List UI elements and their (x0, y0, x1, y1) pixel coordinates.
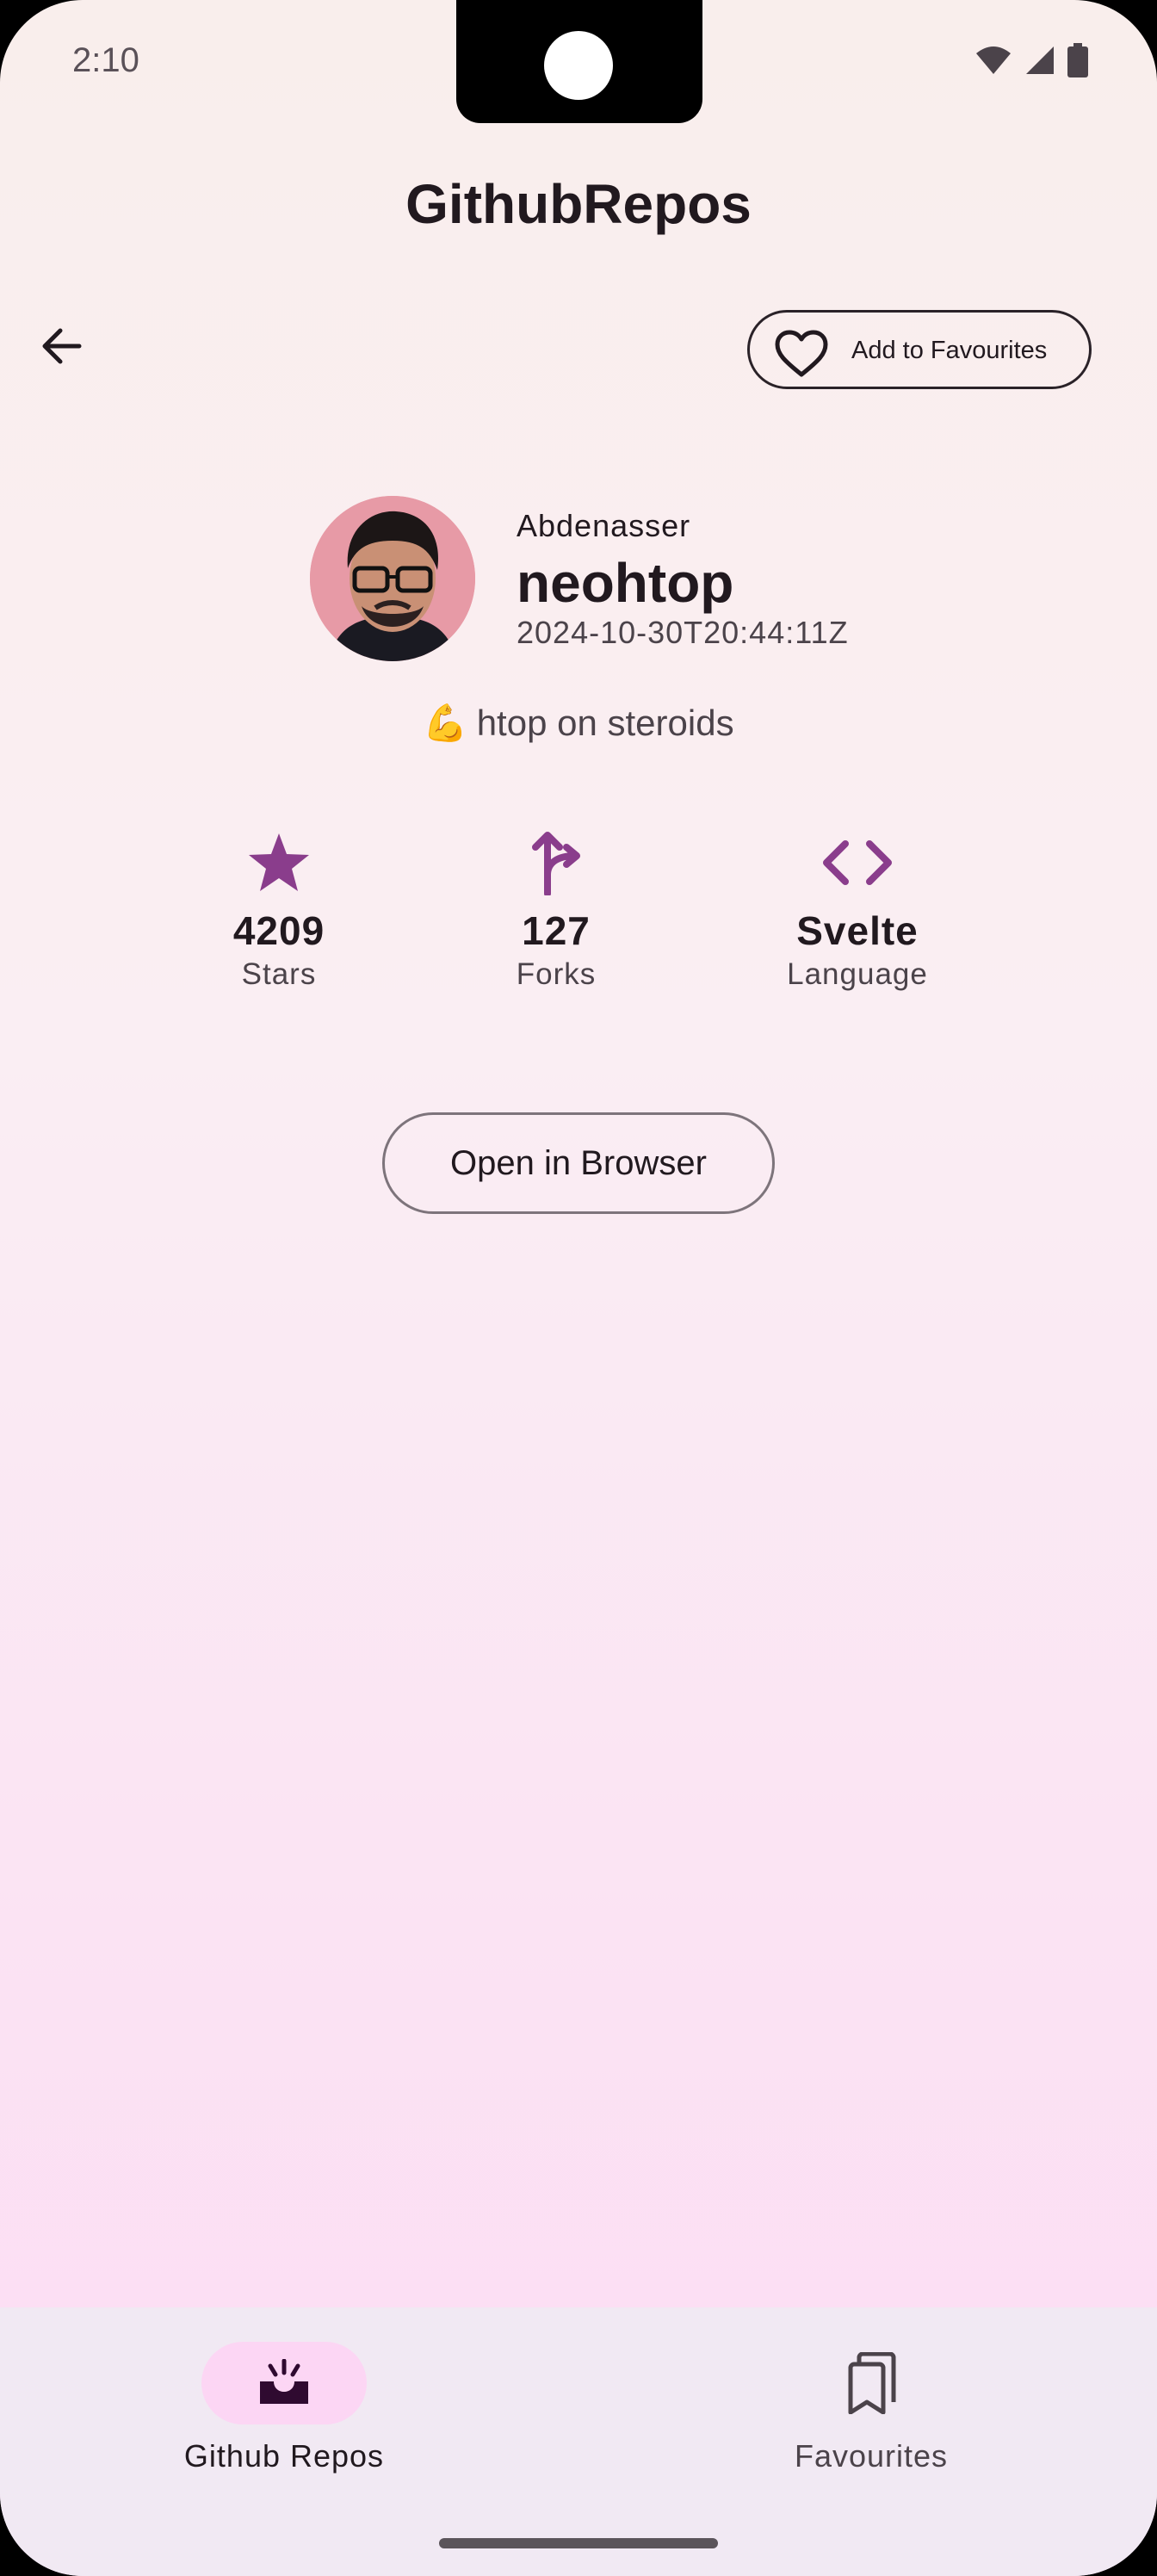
star-icon (249, 833, 309, 891)
add-to-favourites-button[interactable]: Add to Favourites (747, 310, 1092, 389)
inbox-tray-icon (260, 2359, 308, 2404)
nav-item-indicator (789, 2342, 954, 2424)
screen: 2:10 GithubRepos Add to Favourites Abden… (0, 0, 1157, 2576)
cellular-signal-icon (1026, 46, 1054, 74)
bottom-navigation: Github Repos Favourites (0, 2307, 1157, 2576)
heart-outline-icon (775, 330, 828, 377)
nav-item-label: Github Repos (183, 2438, 385, 2474)
owner-avatar (310, 496, 475, 661)
status-time: 2:10 (72, 41, 139, 79)
language-value: Svelte (796, 908, 919, 953)
stat-stars: 4209 Stars (158, 828, 399, 992)
app-title: GithubRepos (405, 173, 752, 235)
stat-forks: 127 Forks (436, 828, 677, 992)
repo-description: htop on steroids (476, 703, 734, 743)
wifi-icon (976, 46, 1011, 74)
stars-label: Stars (241, 957, 317, 991)
stars-count: 4209 (232, 908, 325, 953)
camera-lens (544, 31, 613, 100)
repo-name: neohtop (517, 552, 734, 614)
code-icon (823, 840, 892, 885)
nav-item-indicator (201, 2342, 367, 2424)
fork-icon (532, 832, 580, 895)
arrow-back-icon (42, 328, 82, 364)
repo-updated-at: 2024-10-30T20:44:11Z (517, 615, 849, 650)
nav-item-label: Favourites (794, 2438, 949, 2474)
home-indicator[interactable] (439, 2538, 718, 2548)
forks-label: Forks (516, 957, 597, 991)
repo-description-line: 💪 htop on steroids (0, 703, 1157, 745)
flexed-biceps-emoji: 💪 (423, 703, 468, 743)
battery-icon (1067, 43, 1088, 77)
open-in-browser-button[interactable]: Open in Browser (382, 1112, 775, 1214)
forks-count: 127 (522, 908, 591, 953)
language-label: Language (787, 957, 928, 991)
back-button[interactable] (34, 319, 90, 374)
bookmarks-icon (848, 2352, 896, 2414)
add-to-favourites-label: Add to Favourites (851, 337, 1048, 364)
stat-language: Svelte Language (737, 828, 978, 992)
nav-item-favourites[interactable]: Favourites (725, 2342, 1018, 2474)
repo-owner: Abdenasser (517, 508, 691, 543)
nav-item-github-repos[interactable]: Github Repos (138, 2342, 430, 2474)
status-icons (974, 43, 1088, 77)
